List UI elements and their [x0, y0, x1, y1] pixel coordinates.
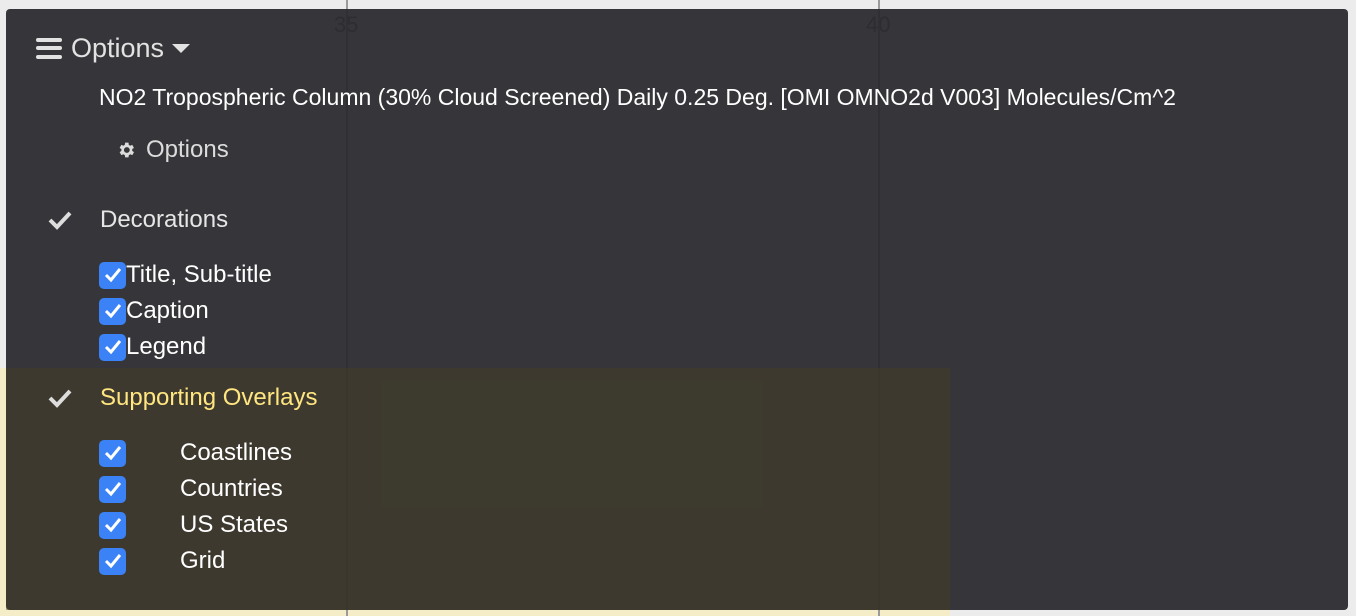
menu-icon	[36, 37, 62, 59]
overlays-section-header[interactable]: Supporting Overlays	[6, 384, 317, 412]
option-label: Caption	[126, 297, 209, 324]
check-icon	[48, 211, 72, 230]
option-caption[interactable]: Caption	[99, 297, 209, 325]
option-label: US States	[180, 511, 289, 538]
options-panel: Options NO2 Tropospheric Column (30% Clo…	[6, 9, 1348, 610]
check-icon	[104, 446, 121, 461]
checkbox[interactable]	[99, 333, 126, 361]
check-icon	[48, 389, 72, 408]
check-icon	[104, 304, 121, 319]
checkbox[interactable]	[99, 439, 126, 467]
option-label: Title, Sub-title	[126, 261, 272, 288]
checkbox[interactable]	[99, 511, 126, 539]
option-countries[interactable]: Countries	[99, 475, 283, 503]
option-title-subtitle[interactable]: Title, Sub-title	[99, 261, 272, 289]
check-icon	[104, 268, 121, 283]
check-icon	[104, 518, 121, 533]
layer-options-label: Options	[146, 136, 229, 163]
option-label: Coastlines	[180, 439, 293, 466]
layer-options-button[interactable]: Options	[116, 136, 229, 164]
checkbox[interactable]	[99, 475, 126, 503]
option-label: Grid	[180, 547, 226, 574]
decorations-label: Decorations	[100, 206, 229, 233]
checkbox[interactable]	[99, 261, 126, 289]
options-menu-label: Options	[71, 32, 165, 63]
layer-title: NO2 Tropospheric Column (30% Cloud Scree…	[99, 84, 1176, 110]
check-icon	[104, 340, 121, 355]
option-label: Countries	[180, 475, 283, 502]
check-icon	[104, 482, 121, 497]
check-icon	[104, 554, 121, 569]
option-us-states[interactable]: US States	[99, 511, 288, 539]
options-menu-toggle[interactable]: Options	[36, 29, 191, 67]
decorations-section-header[interactable]: Decorations	[6, 206, 228, 234]
option-coastlines[interactable]: Coastlines	[99, 439, 292, 467]
option-grid[interactable]: Grid	[99, 547, 225, 575]
chevron-down-icon	[172, 43, 191, 53]
option-label: Legend	[126, 333, 207, 360]
overlays-label: Supporting Overlays	[100, 384, 318, 411]
gear-icon	[119, 142, 134, 158]
checkbox[interactable]	[99, 297, 126, 325]
checkbox[interactable]	[99, 547, 126, 575]
option-legend[interactable]: Legend	[99, 333, 206, 361]
